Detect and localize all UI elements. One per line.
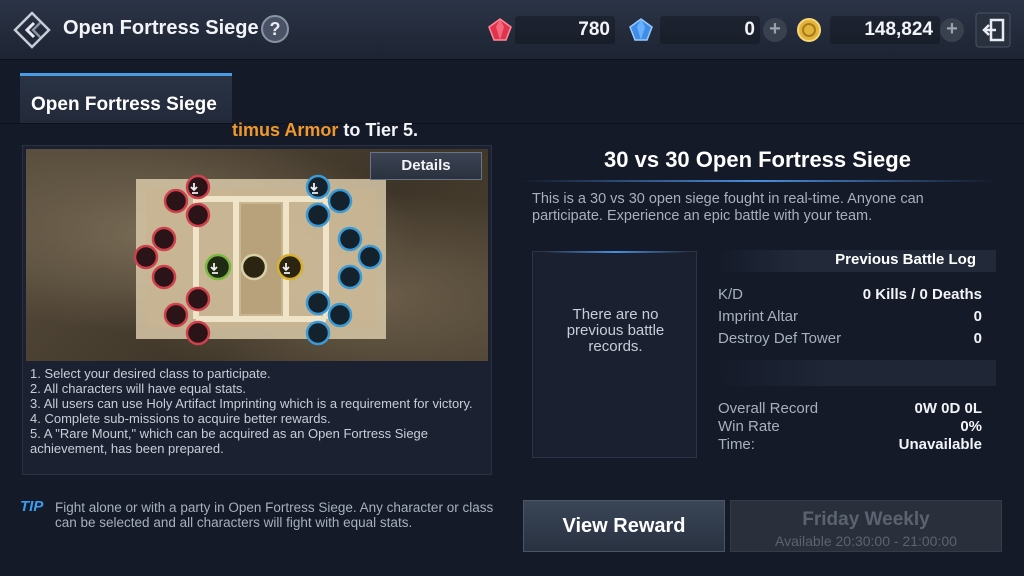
stat-label-win-rate: Win Rate bbox=[718, 418, 780, 435]
stat-value-win-rate: 0% bbox=[960, 418, 982, 435]
view-reward-button[interactable]: View Reward bbox=[523, 500, 725, 552]
fortress-map-drawing bbox=[133, 174, 386, 346]
exit-door-icon bbox=[975, 12, 1011, 48]
stat-label-kd: K/D bbox=[718, 286, 744, 303]
tab-open-fortress-siege[interactable]: Open Fortress Siege bbox=[20, 73, 232, 123]
rule-item: 3. All users can use Holy Artifact Impri… bbox=[30, 396, 473, 411]
back-button[interactable] bbox=[12, 10, 52, 50]
weekly-title: Friday Weekly bbox=[802, 509, 930, 530]
stat-value-kd: 0 Kills / 0 Deaths bbox=[862, 286, 982, 303]
red-gem-icon bbox=[488, 18, 512, 41]
mode-title: 30 vs 30 Open Fortress Siege bbox=[604, 147, 911, 172]
fortress-map bbox=[26, 149, 488, 361]
rule-item: 4. Complete sub-missions to acquire bett… bbox=[30, 411, 331, 426]
exit-button[interactable] bbox=[975, 12, 1011, 48]
tab-label: Open Fortress Siege bbox=[31, 94, 217, 115]
gold-count: 148,824 bbox=[864, 19, 933, 40]
stat-value-time: Unavailable bbox=[898, 436, 982, 453]
mode-description: This is a 30 vs 30 open siege fought in … bbox=[532, 191, 924, 224]
friday-weekly-button[interactable]: Friday Weekly Available 20:30:00 - 21:00… bbox=[730, 500, 1002, 552]
blue-gem-icon bbox=[629, 18, 653, 41]
back-arrow-icon bbox=[13, 11, 51, 49]
blue-gem-count: 0 bbox=[744, 19, 755, 40]
stat-value-destroy-tower: 0 bbox=[973, 330, 982, 347]
details-button[interactable]: Details bbox=[370, 152, 482, 180]
banner-text: to Tier 5. bbox=[338, 120, 419, 140]
red-gem-count: 780 bbox=[578, 19, 610, 40]
rule-item: 1. Select your desired class to particip… bbox=[30, 366, 271, 381]
battle-log-header: Previous Battle Log bbox=[716, 250, 996, 272]
page-title: Open Fortress Siege bbox=[63, 17, 259, 39]
stats-divider bbox=[716, 360, 996, 386]
stat-label-time: Time: bbox=[718, 436, 755, 453]
banner-highlight: timus Armor bbox=[232, 120, 339, 140]
no-records-text: There are no previous battle records. bbox=[566, 306, 665, 355]
rule-item: 2. All characters will have equal stats. bbox=[30, 381, 247, 396]
tab-divider bbox=[0, 123, 1024, 124]
stat-label-destroy-tower: Destroy Def Tower bbox=[718, 330, 842, 347]
help-button[interactable]: ? bbox=[261, 15, 289, 43]
rules-list: 1. Select your desired class to particip… bbox=[30, 366, 486, 456]
rule-item: 5. A "Rare Mount," which can be acquired… bbox=[30, 426, 429, 456]
stat-value-overall-record: 0W 0D 0L bbox=[914, 400, 982, 417]
gold-coin-icon bbox=[797, 18, 821, 42]
mode-title-divider bbox=[520, 180, 995, 182]
weekly-time: Available 20:30:00 - 21:00:00 bbox=[775, 533, 957, 549]
stat-label-overall-record: Overall Record bbox=[718, 400, 819, 417]
add-blue-gem-button[interactable]: + bbox=[763, 18, 787, 42]
battle-records-panel: There are no previous battle records. bbox=[532, 251, 697, 458]
stat-label-imprint-altar: Imprint Altar bbox=[718, 308, 799, 325]
tip-text: Fight alone or with a party in Open Fort… bbox=[55, 500, 494, 530]
announcement-banner: timus Armor to Tier 5. bbox=[232, 120, 418, 141]
stat-value-imprint-altar: 0 bbox=[973, 308, 982, 325]
tip-label: TIP bbox=[20, 498, 44, 515]
battle-log-title: Previous Battle Log bbox=[835, 251, 976, 268]
add-gold-button[interactable]: + bbox=[940, 18, 964, 42]
